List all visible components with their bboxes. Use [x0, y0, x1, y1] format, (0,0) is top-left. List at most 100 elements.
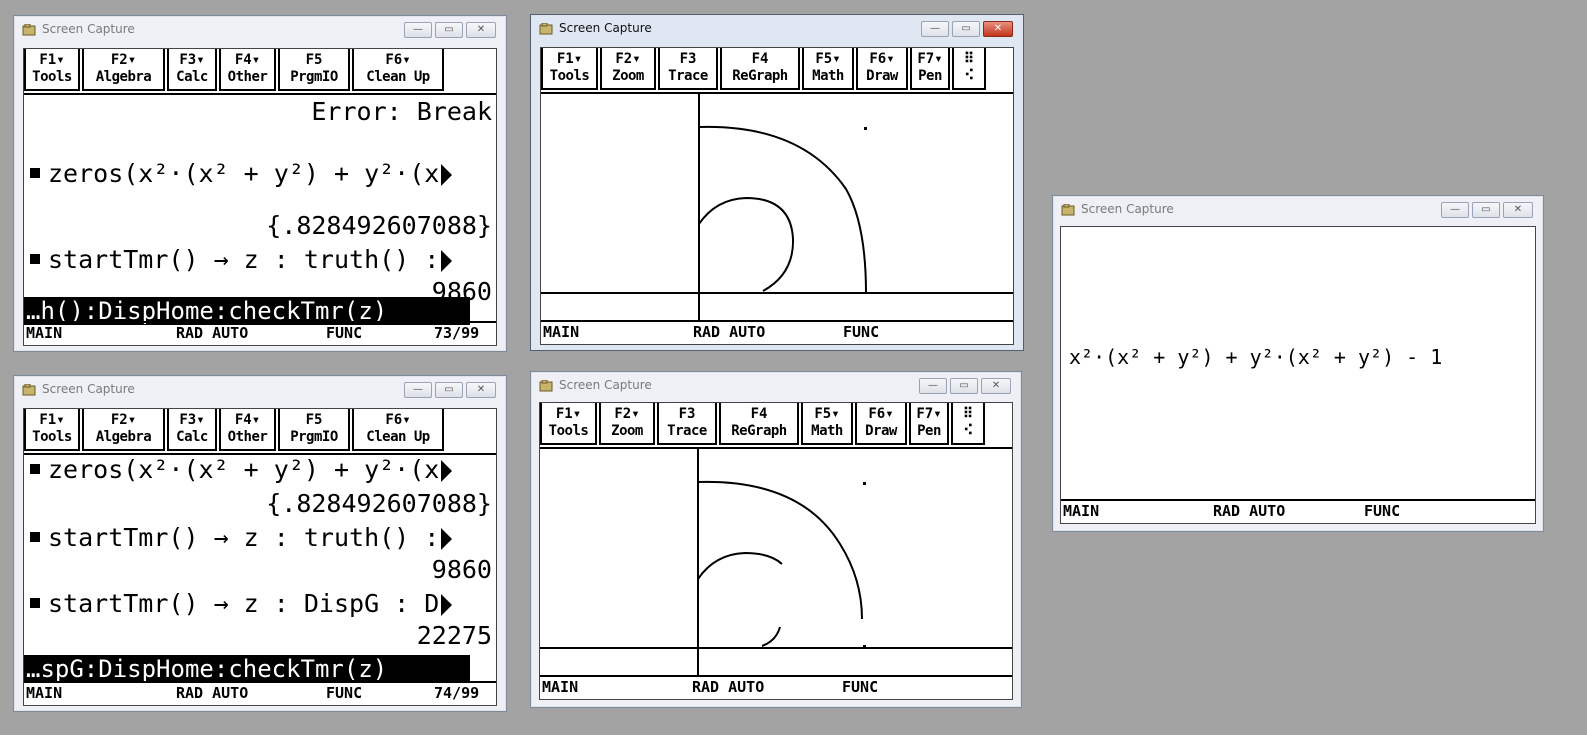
history-result: 9860: [431, 555, 492, 584]
status-mode: RAD AUTO: [693, 323, 766, 341]
entry-line[interactable]: …spG:DispHome:checkTmr(z): [24, 655, 470, 683]
command-text: startTmr() → z : DispG : D: [48, 589, 440, 618]
status-graph-mode: FUNC: [843, 323, 880, 341]
busy-indicator-icon: ⠿ ⠪: [951, 403, 985, 445]
toolbar-f4-regraph[interactable]: F4 ReGraph: [720, 48, 800, 90]
toolbar-f6-cleanup[interactable]: F6▾ Clean Up: [352, 409, 444, 451]
outer-curve: [697, 480, 863, 620]
plot-point: [864, 127, 867, 130]
toolbar-f6-draw[interactable]: F6▾ Draw: [856, 48, 908, 90]
app-icon: [539, 23, 553, 35]
screen-capture-window-2[interactable]: Screen Capture — ▭ ✕ F1▾ Tools F2▾ Zoom F3…: [530, 14, 1024, 351]
title-bar[interactable]: Screen Capture — ▭ ✕: [531, 15, 1023, 43]
screen-capture-window-3[interactable]: Screen Capture — ▭ ✕ x²·(x² + y²) + y²·(…: [1052, 195, 1544, 532]
title-bar[interactable]: Screen Capture — ▭ ✕: [14, 16, 506, 44]
status-folder: MAIN: [1063, 502, 1100, 520]
status-graph-mode: FUNC: [326, 684, 363, 702]
toolbar-f4-regraph[interactable]: F4 ReGraph: [719, 403, 799, 445]
error-message: Error: Break: [311, 97, 492, 126]
toolbar-f4-other[interactable]: F4▾ Other: [219, 409, 276, 451]
status-mode: RAD AUTO: [176, 684, 249, 702]
toolbar-f6-cleanup[interactable]: F6▾ Clean Up: [352, 49, 444, 91]
more-right-icon: [441, 460, 453, 482]
inner-curve: [697, 551, 783, 580]
status-graph-mode: FUNC: [842, 678, 879, 696]
status-bar: MAIN RAD AUTO FUNC: [1061, 499, 1535, 523]
toolbar-f1-tools[interactable]: F1▾ Tools: [24, 49, 80, 91]
history-entry: startTmr() → z : truth() :: [24, 245, 496, 275]
title-bar[interactable]: Screen Capture — ▭ ✕: [14, 376, 506, 404]
maximize-button[interactable]: ▭: [435, 382, 463, 398]
status-graph-mode: FUNC: [1364, 502, 1401, 520]
toolbar-f1-tools[interactable]: F1▾ Tools: [540, 403, 597, 445]
status-graph-mode: FUNC: [326, 324, 363, 342]
graph-toolbar: F1▾ Tools F2▾ Zoom F3 Trace F4 ReGraph F5▾ Ma…: [540, 403, 1012, 449]
history-entry: startTmr() → z : DispG : D: [24, 589, 496, 619]
toolbar-f5-prgmio[interactable]: F5 PrgmIO: [278, 49, 350, 91]
status-bar: MAIN RAD AUTO FUNC: [541, 320, 1013, 344]
pretty-print-expression: x²·(x² + y²) + y²·(x² + y²) - 1: [1069, 345, 1443, 369]
screen-capture-window-1[interactable]: Screen Capture — ▭ ✕ F1▾ Tools F2▾ Algebra…: [13, 15, 507, 352]
minimize-button[interactable]: —: [404, 382, 432, 398]
window-title: Screen Capture: [559, 378, 652, 392]
screen-capture-window-4[interactable]: Screen Capture — ▭ ✕ F1▾ Tools F2▾ Algebra…: [13, 375, 507, 712]
status-folder: MAIN: [26, 684, 63, 702]
calculator-screen: x²·(x² + y²) + y²·(x² + y²) - 1 MAIN RAD…: [1060, 226, 1536, 524]
minimize-button[interactable]: —: [404, 22, 432, 38]
maximize-button[interactable]: ▭: [1472, 202, 1500, 218]
more-right-icon: [441, 250, 453, 272]
toolbar-f3-calc[interactable]: F3▾ Calc: [167, 49, 217, 91]
command-text: zeros(x²·(x² + y²) + y²·(x: [48, 455, 440, 484]
calculator-screen: F1▾ Tools F2▾ Algebra F3▾ Calc F4▾ Other F5 P…: [23, 48, 497, 346]
history-result: {.828492607088}: [266, 211, 492, 240]
toolbar-f2-algebra[interactable]: F2▾ Algebra: [82, 409, 165, 451]
close-button[interactable]: ✕: [1503, 202, 1533, 218]
graph-area: [541, 94, 1013, 322]
toolbar-f3-calc[interactable]: F3▾ Calc: [167, 409, 217, 451]
toolbar-f7-pen[interactable]: F7▾ Pen: [910, 48, 950, 90]
toolbar-f1-tools[interactable]: F1▾ Tools: [541, 48, 598, 90]
toolbar-f3-trace[interactable]: F3 Trace: [658, 48, 718, 90]
plot-point: [863, 482, 866, 485]
minimize-button[interactable]: —: [919, 378, 947, 394]
maximize-button[interactable]: ▭: [952, 21, 980, 37]
maximize-button[interactable]: ▭: [950, 378, 978, 394]
close-button[interactable]: ✕: [466, 382, 496, 398]
toolbar-f7-pen[interactable]: F7▾ Pen: [909, 403, 949, 445]
toolbar-f2-zoom[interactable]: F2▾ Zoom: [599, 403, 655, 445]
minimize-button[interactable]: —: [1441, 202, 1469, 218]
minimize-button[interactable]: —: [921, 21, 949, 37]
app-icon: [22, 24, 36, 36]
calculator-screen: F1▾ Tools F2▾ Algebra F3▾ Calc F4▾ Other F5 P…: [23, 408, 497, 706]
status-mode: RAD AUTO: [1213, 502, 1286, 520]
history-count: 73/99: [434, 324, 480, 342]
toolbar-f5-prgmio[interactable]: F5 PrgmIO: [278, 409, 350, 451]
toolbar-f5-math[interactable]: F5▾ Math: [802, 48, 854, 90]
history-result: {.828492607088}: [266, 489, 492, 518]
close-button[interactable]: ✕: [981, 378, 1011, 394]
status-mode: RAD AUTO: [176, 324, 249, 342]
app-icon: [1061, 204, 1075, 216]
close-button[interactable]: ✕: [466, 22, 496, 38]
history-entry: startTmr() → z : truth() :: [24, 523, 496, 553]
toolbar-f1-tools[interactable]: F1▾ Tools: [24, 409, 80, 451]
title-bar[interactable]: Screen Capture — ▭ ✕: [531, 372, 1021, 400]
toolbar-f5-math[interactable]: F5▾ Math: [801, 403, 853, 445]
home-toolbar: F1▾ Tools F2▾ Algebra F3▾ Calc F4▾ Other F5 P…: [24, 49, 496, 95]
more-right-icon: [441, 164, 453, 186]
toolbar-f2-zoom[interactable]: F2▾ Zoom: [600, 48, 656, 90]
app-icon: [539, 380, 553, 392]
screen-capture-window-5[interactable]: Screen Capture — ▭ ✕ F1▾ Tools F2▾ Zoom F3…: [530, 371, 1022, 708]
status-bar: MAIN RAD AUTO FUNC 74/99: [24, 681, 496, 705]
title-bar[interactable]: Screen Capture — ▭ ✕: [1053, 196, 1543, 224]
toolbar-f6-draw[interactable]: F6▾ Draw: [855, 403, 907, 445]
toolbar-f3-trace[interactable]: F3 Trace: [657, 403, 717, 445]
close-button[interactable]: ✕: [983, 21, 1013, 37]
status-bar: MAIN RAD AUTO FUNC 73/99: [24, 321, 496, 345]
toolbar-f2-algebra[interactable]: F2▾ Algebra: [82, 49, 165, 91]
toolbar-f4-other[interactable]: F4▾ Other: [219, 49, 276, 91]
maximize-button[interactable]: ▭: [435, 22, 463, 38]
status-bar: MAIN RAD AUTO FUNC: [540, 675, 1012, 699]
status-mode: RAD AUTO: [692, 678, 765, 696]
graph-area: [540, 449, 1012, 677]
